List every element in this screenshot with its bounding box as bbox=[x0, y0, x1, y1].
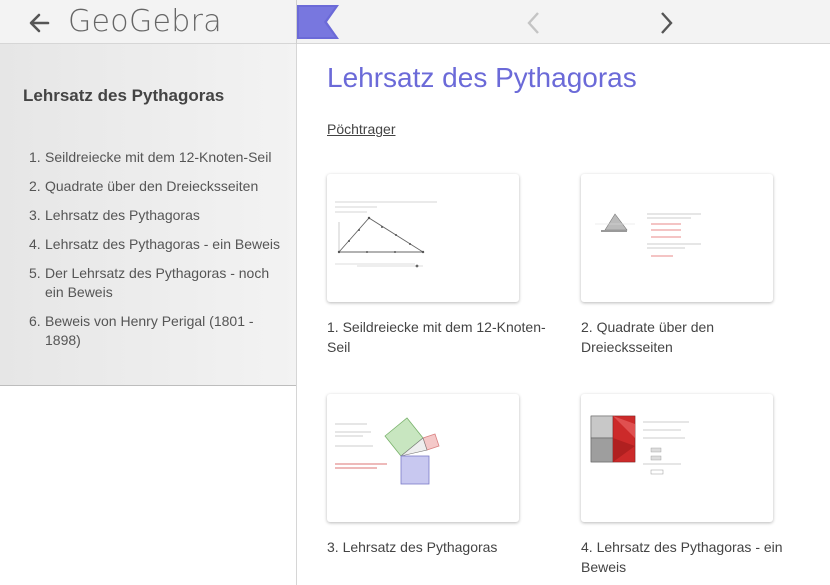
page-title: Lehrsatz des Pythagoras bbox=[327, 62, 637, 93]
toc-item[interactable]: 5. Der Lehrsatz des Pythagoras - noch ein… bbox=[29, 264, 291, 302]
geogebra-logo[interactable]: GeoGebra bbox=[68, 4, 222, 39]
activity-card-caption[interactable]: 2. Quadrate über den Dreiecksseiten bbox=[581, 317, 801, 357]
toc-item-label[interactable]: Quadrate über den Dreiecksseiten bbox=[45, 177, 291, 196]
toc-item-label[interactable]: Beweis von Henry Perigal (1801 - 1898) bbox=[45, 312, 291, 350]
toc-item[interactable]: 2. Quadrate über den Dreiecksseiten bbox=[29, 177, 291, 196]
bookmark-icon[interactable] bbox=[297, 5, 341, 39]
toc-item[interactable]: 4. Lehrsatz des Pythagoras - ein Beweis bbox=[29, 235, 291, 254]
sidebar: Lehrsatz des Pythagoras 1. Seildreiecke m… bbox=[0, 44, 297, 386]
squares-on-sides-thumbnail bbox=[595, 213, 701, 257]
toc-item-label[interactable]: Lehrsatz des Pythagoras bbox=[45, 206, 291, 225]
back-arrow-icon[interactable] bbox=[26, 9, 54, 37]
proof-squares-thumbnail bbox=[590, 415, 689, 475]
activity-card-thumbnail[interactable] bbox=[327, 394, 519, 522]
next-chevron-icon[interactable] bbox=[656, 10, 676, 36]
toc-item-label[interactable]: Lehrsatz des Pythagoras - ein Beweis bbox=[45, 235, 291, 254]
author-link[interactable]: Pöchtrager bbox=[327, 121, 395, 137]
main-content: Lehrsatz des Pythagoras Pöchtrager 1. Se… bbox=[297, 44, 830, 585]
toc-item-number: 3. bbox=[29, 207, 41, 223]
sidebar-title: Lehrsatz des Pythagoras bbox=[23, 86, 225, 105]
toc-item[interactable]: 1. Seildreiecke mit dem 12-Knoten-Seil bbox=[29, 148, 291, 167]
toc-item[interactable]: 6. Beweis von Henry Perigal (1801 - 1898) bbox=[29, 312, 291, 350]
activity-card-thumbnail[interactable] bbox=[581, 394, 773, 522]
table-of-contents: 1. Seildreiecke mit dem 12-Knoten-Seil 2.… bbox=[29, 148, 291, 360]
toc-item-label[interactable]: Seildreiecke mit dem 12-Knoten-Seil bbox=[45, 148, 291, 167]
pythagoras-squares-thumbnail bbox=[335, 417, 440, 485]
toc-item-label[interactable]: Der Lehrsatz des Pythagoras - noch ein B… bbox=[45, 264, 291, 302]
previous-chevron-icon[interactable] bbox=[524, 10, 544, 36]
activity-card-thumbnail[interactable] bbox=[581, 174, 773, 302]
toc-item-number: 4. bbox=[29, 236, 41, 252]
activity-card-caption[interactable]: 3. Lehrsatz des Pythagoras bbox=[327, 537, 547, 557]
activity-card-thumbnail[interactable] bbox=[327, 174, 519, 302]
toc-item-number: 1. bbox=[29, 149, 41, 165]
activity-card-caption[interactable]: 4. Lehrsatz des Pythagoras - ein Beweis bbox=[581, 537, 801, 577]
toc-item[interactable]: 3. Lehrsatz des Pythagoras bbox=[29, 206, 291, 225]
rope-triangle-thumbnail bbox=[335, 201, 437, 268]
activity-card-caption[interactable]: 1. Seildreiecke mit dem 12-Knoten-Seil bbox=[327, 317, 547, 357]
top-bar: GeoGebra bbox=[0, 0, 830, 44]
toc-item-number: 2. bbox=[29, 178, 41, 194]
toc-item-number: 5. bbox=[29, 265, 41, 281]
toc-item-number: 6. bbox=[29, 313, 41, 329]
